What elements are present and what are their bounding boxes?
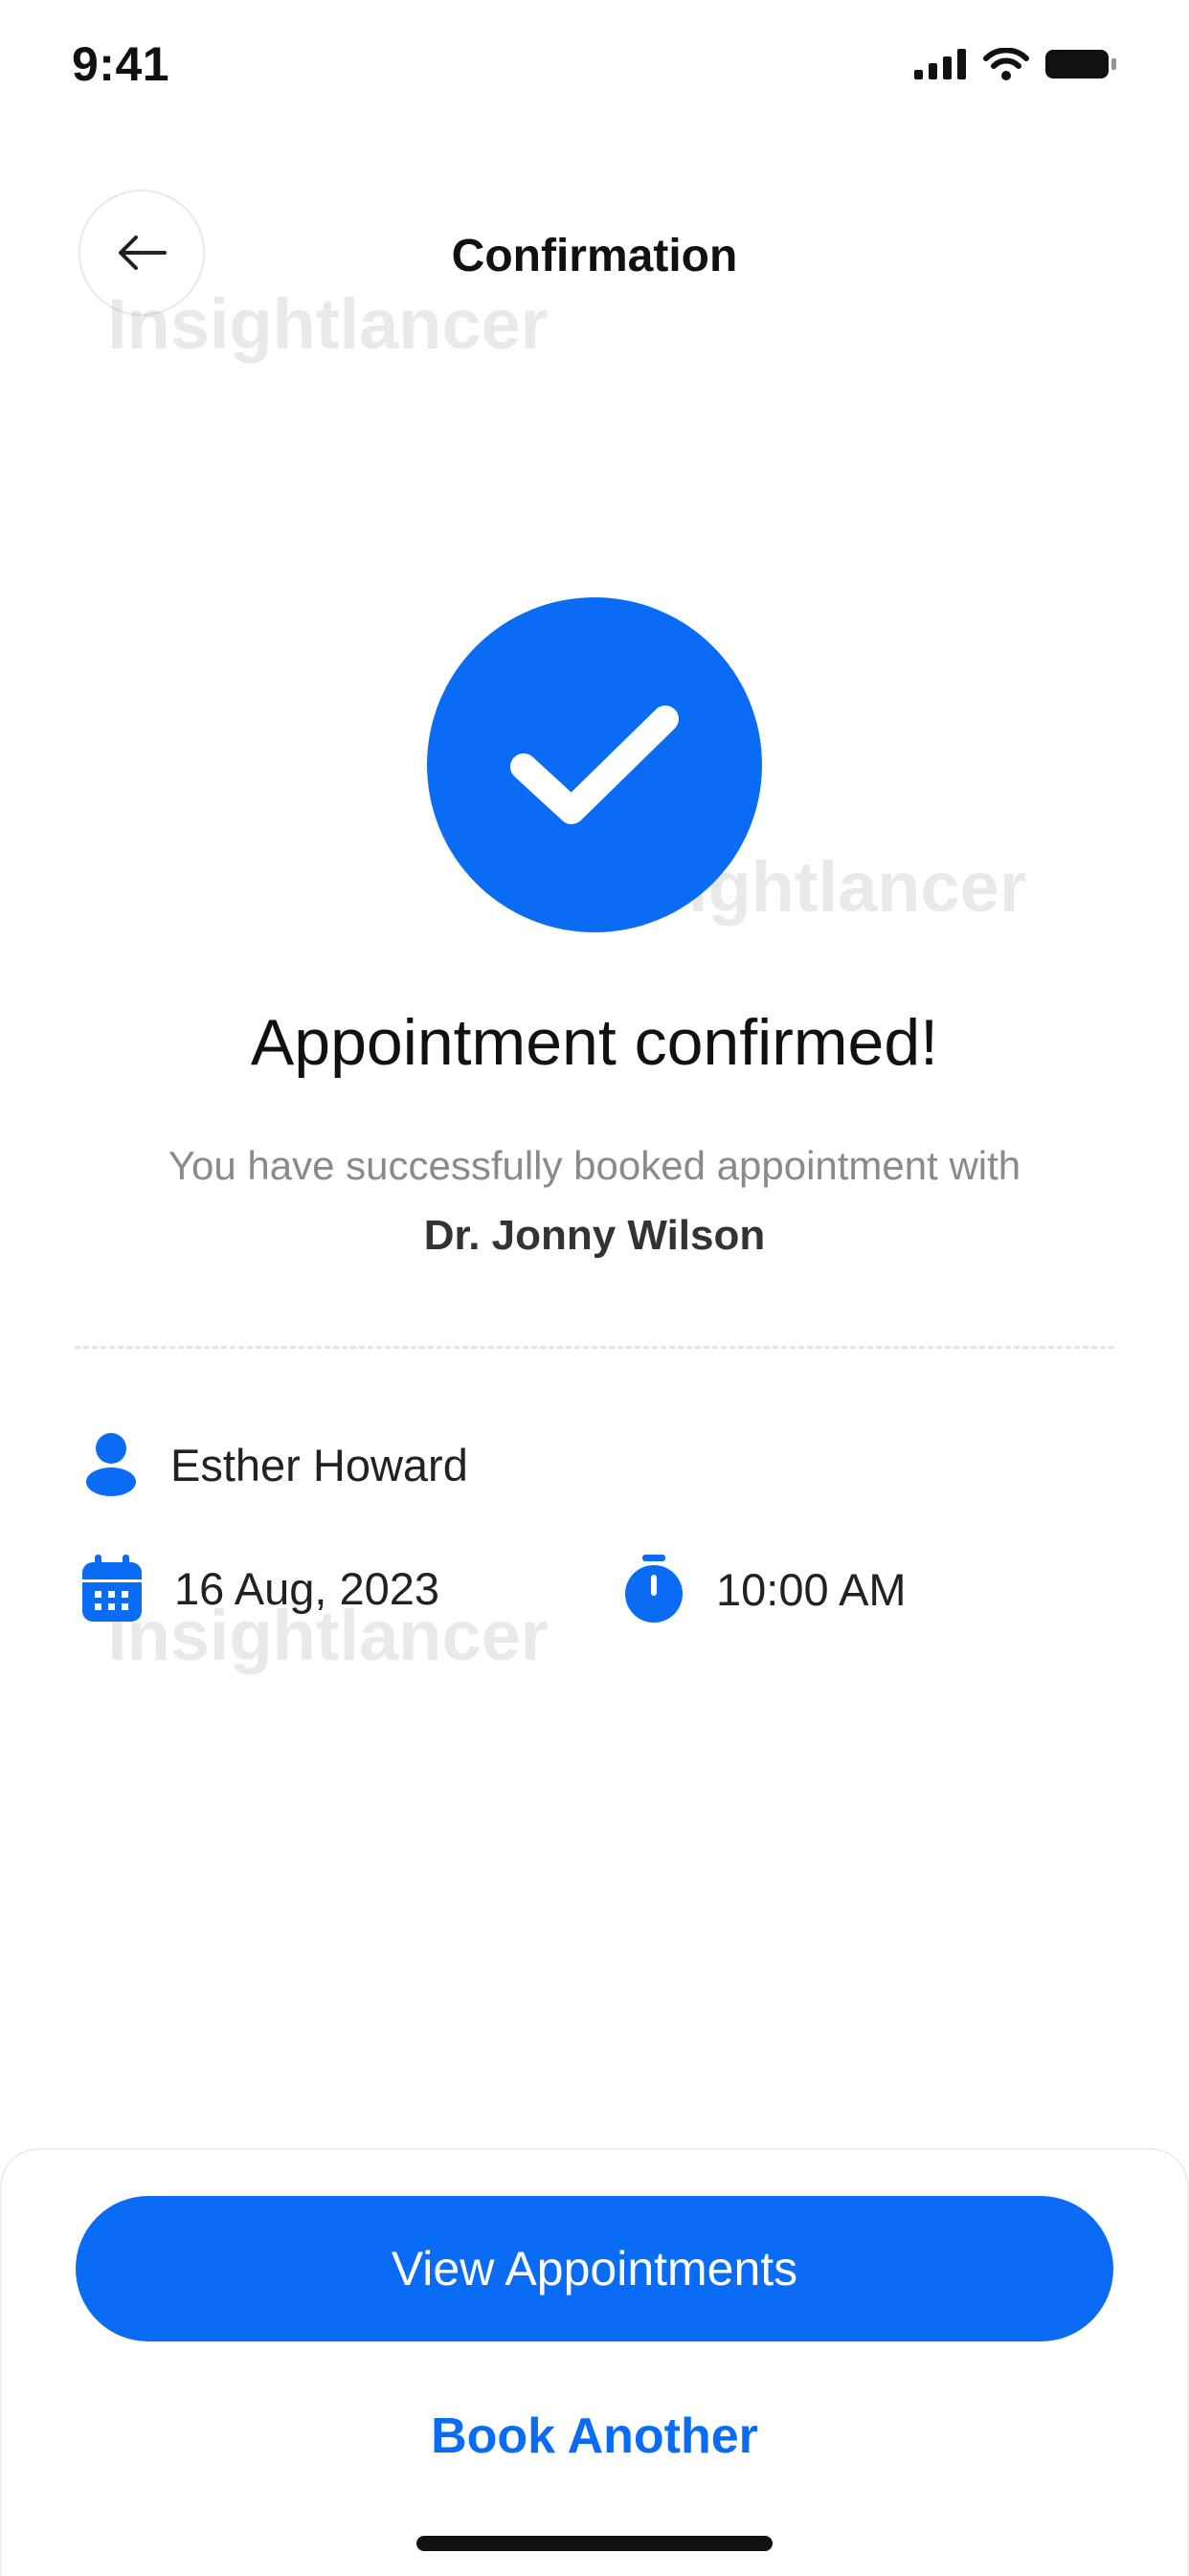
date-row: 16 Aug, 2023 xyxy=(82,1555,439,1622)
status-icons xyxy=(914,48,1117,80)
time-row: 10:00 AM xyxy=(624,1555,907,1624)
user-icon xyxy=(86,1433,136,1496)
divider xyxy=(75,1346,1114,1349)
page-title: Confirmation xyxy=(451,231,738,281)
calendar-icon xyxy=(82,1555,142,1622)
success-badge xyxy=(427,597,762,932)
view-appointments-button[interactable]: View Appointments xyxy=(76,2196,1113,2341)
stopwatch-icon xyxy=(625,1555,683,1623)
confirmation-headline: Appointment confirmed! xyxy=(250,1006,939,1079)
battery-icon xyxy=(1045,50,1116,78)
signal-icon xyxy=(914,49,966,79)
patient-name: Esther Howard xyxy=(170,1439,468,1490)
home-indicator xyxy=(416,2536,773,2551)
appointment-date: 16 Aug, 2023 xyxy=(174,1562,440,1614)
doctor-name: Dr. Jonny Wilson xyxy=(423,1212,766,1259)
checkmark-icon xyxy=(510,706,679,824)
wifi-icon xyxy=(983,48,1029,80)
patient-row: Esther Howard xyxy=(84,1432,468,1497)
watermark: Insightlancer xyxy=(107,284,549,364)
confirmation-message: You have successfully booked appointment… xyxy=(168,1143,1021,1188)
book-another-button[interactable]: Book Another xyxy=(0,2408,1189,2465)
status-time: 9:41 xyxy=(72,37,170,91)
appointment-time: 10:00 AM xyxy=(716,1563,907,1615)
